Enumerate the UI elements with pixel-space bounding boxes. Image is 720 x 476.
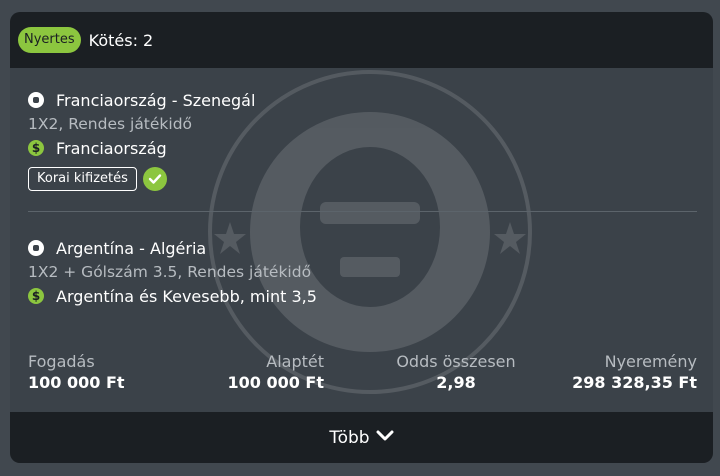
winnings-label: Nyeremény	[604, 352, 697, 371]
market-label: 1X2 + Gólszám 3.5, Rendes játékidő	[28, 263, 312, 281]
early-payout-button[interactable]: Korai kifizetés	[28, 167, 137, 191]
bet-slip-header: Nyertes Kötés: 2	[10, 12, 713, 68]
bet-summary: Fogadás 100 000 Ft Alaptét 100 000 Ft Od…	[28, 352, 697, 396]
bet-pick: Argentína és Kevesebb, mint 3,5	[56, 286, 317, 306]
bet-item: Franciaország - Szenegál 1X2, Rendes ját…	[28, 88, 697, 194]
chevron-down-icon	[376, 428, 394, 447]
base-stake-label: Alaptét	[266, 352, 324, 371]
dollar-icon: $	[28, 140, 44, 156]
check-icon	[142, 167, 167, 191]
more-label: Több	[329, 427, 370, 448]
more-button[interactable]: Több	[10, 412, 713, 463]
bet-pick: Franciaország	[56, 138, 167, 158]
winnings-summary: Nyeremény 298 328,35 Ft	[517, 352, 697, 394]
bets-count: Kötés: 2	[88, 30, 154, 50]
bet-item: Argentína - Algéria 1X2 + Gólszám 3.5, R…	[28, 236, 697, 308]
market-label: 1X2, Rendes játékidő	[28, 115, 193, 133]
dollar-icon: $	[28, 288, 44, 304]
winnings-value: 298 328,35 Ft	[572, 373, 697, 392]
match-title: Argentína - Algéria	[56, 238, 207, 258]
status-badge: Nyertes	[18, 27, 81, 53]
base-stake-summary: Alaptét 100 000 Ft	[144, 352, 324, 394]
soccer-ball-icon	[28, 240, 44, 256]
soccer-ball-icon	[28, 92, 44, 108]
base-stake-value: 100 000 Ft	[227, 373, 324, 392]
bet-slip-card: Nyertes Kötés: 2 Franciaország - Szenegá…	[10, 12, 713, 463]
match-title: Franciaország - Szenegál	[56, 90, 256, 110]
divider	[28, 211, 697, 212]
